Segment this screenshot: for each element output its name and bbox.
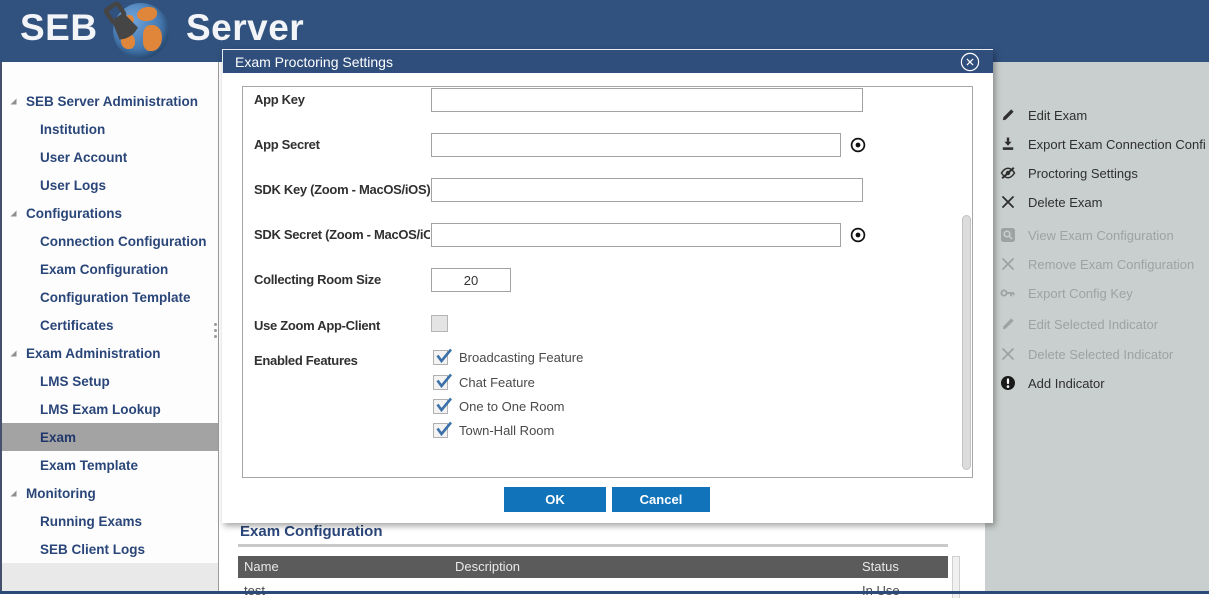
action-proctoring-settings[interactable]: Proctoring Settings xyxy=(1000,163,1206,183)
action-edit-exam[interactable]: Edit Exam xyxy=(1000,105,1206,125)
feature-broadcasting-checkbox-row[interactable]: Broadcasting Feature xyxy=(433,347,583,367)
sidebar-item-exam[interactable]: Exam xyxy=(2,423,218,451)
checkbox-checked[interactable] xyxy=(433,423,448,438)
dialog-form-panel: App Key App Secret SDK Key (Zoom - MacOS… xyxy=(242,86,973,478)
tree-expand-icon[interactable] xyxy=(10,350,17,357)
action-remove-exam-configuration: Remove Exam Configuration xyxy=(1000,254,1206,274)
feature-one-to-one-checkbox-row[interactable]: One to One Room xyxy=(433,396,565,416)
checkbox-checked[interactable] xyxy=(433,350,448,365)
action-export-config-key: Export Config Key xyxy=(1000,283,1206,303)
sidebar-item-configurations[interactable]: Configurations xyxy=(2,199,218,227)
sidebar-item-lms-exam-lookup[interactable]: LMS Exam Lookup xyxy=(2,395,218,423)
x-icon xyxy=(1000,256,1016,272)
sidebar-item-seb-server-administration[interactable]: SEB Server Administration xyxy=(2,87,218,115)
checkmark-icon xyxy=(435,420,453,437)
dialog-titlebar[interactable]: Exam Proctoring Settings xyxy=(222,49,993,73)
x-icon xyxy=(1000,194,1016,210)
cancel-button[interactable]: Cancel xyxy=(612,487,710,512)
sdk-secret-label: SDK Secret (Zoom - MacOS/iOS) xyxy=(254,227,430,242)
checkbox-checked[interactable] xyxy=(433,375,448,390)
magnifier-icon xyxy=(1000,227,1016,243)
dialog-title: Exam Proctoring Settings xyxy=(235,54,393,70)
brand-seb: SEB xyxy=(20,7,98,49)
sidebar-item-connection-configuration[interactable]: Connection Configuration xyxy=(2,227,218,255)
exclamation-circle-icon xyxy=(1000,375,1016,391)
sidebar-footer xyxy=(2,563,218,591)
navigation-sidebar: SEB Server Administration Institution Us… xyxy=(0,62,219,591)
sdk-key-input[interactable] xyxy=(431,178,863,202)
x-icon xyxy=(1000,346,1016,362)
pencil-icon xyxy=(1000,107,1016,123)
action-add-indicator[interactable]: Add Indicator xyxy=(1000,373,1206,393)
sidebar-item-exam-template[interactable]: Exam Template xyxy=(2,451,218,479)
eye-icon xyxy=(849,136,867,154)
sidebar-item-exam-configuration[interactable]: Exam Configuration xyxy=(2,255,218,283)
checkmark-icon xyxy=(435,347,453,364)
sidebar-item-monitoring[interactable]: Monitoring xyxy=(2,479,218,507)
sidebar-item-seb-client-logs[interactable]: SEB Client Logs xyxy=(2,535,218,563)
padlock-icon xyxy=(99,0,147,55)
globe-logo-icon xyxy=(113,3,169,59)
collecting-room-size-input[interactable] xyxy=(431,268,511,292)
sidebar-resize-handle[interactable] xyxy=(212,320,218,342)
use-zoom-app-client-checkbox xyxy=(431,315,448,332)
action-edit-selected-indicator: Edit Selected Indicator xyxy=(1000,314,1206,334)
seb-server-app: SEB Server SEB Server Administration Ins… xyxy=(0,0,1209,598)
sidebar-item-user-logs[interactable]: User Logs xyxy=(2,171,218,199)
app-key-input[interactable] xyxy=(431,88,863,112)
sidebar-item-exam-administration[interactable]: Exam Administration xyxy=(2,339,218,367)
dialog-body: App Key App Secret SDK Key (Zoom - MacOS… xyxy=(222,73,993,523)
checkbox-checked[interactable] xyxy=(433,399,448,414)
pencil-icon xyxy=(1000,316,1016,332)
app-secret-label: App Secret xyxy=(254,137,430,152)
download-icon xyxy=(1000,136,1016,152)
proctoring-settings-dialog: Exam Proctoring Settings App Key App Sec… xyxy=(222,49,993,523)
app-key-label: App Key xyxy=(254,92,430,107)
tree-expand-icon[interactable] xyxy=(10,210,17,217)
sdk-key-label: SDK Key (Zoom - MacOS/iOS) xyxy=(254,182,430,197)
ok-button[interactable]: OK xyxy=(504,487,606,512)
tree-expand-icon[interactable] xyxy=(10,98,17,105)
sidebar-item-running-exams[interactable]: Running Exams xyxy=(2,507,218,535)
sidebar-item-certificates[interactable]: Certificates xyxy=(2,311,218,339)
sdk-secret-input[interactable] xyxy=(431,223,841,247)
action-delete-selected-indicator: Delete Selected Indicator xyxy=(1000,344,1206,364)
eye-icon xyxy=(849,226,867,244)
enabled-features-label: Enabled Features xyxy=(254,353,430,368)
use-zoom-app-client-label: Use Zoom App-Client xyxy=(254,318,430,333)
table-row[interactable]: test -- In Use xyxy=(238,580,948,598)
eye-off-icon xyxy=(1000,165,1016,181)
brand-server: Server xyxy=(186,7,304,49)
key-icon xyxy=(1000,285,1016,301)
dialog-scrollbar[interactable] xyxy=(962,215,971,470)
action-export-exam-connection-configuration[interactable]: Export Exam Connection Configuration xyxy=(1000,134,1206,154)
feature-town-hall-checkbox-row[interactable]: Town-Hall Room xyxy=(433,420,554,440)
column-header-name[interactable]: Name xyxy=(244,559,279,574)
action-delete-exam[interactable]: Delete Exam xyxy=(1000,192,1206,212)
reveal-app-secret-button[interactable] xyxy=(849,136,867,154)
action-view-exam-configuration: View Exam Configuration xyxy=(1000,225,1206,245)
column-header-status[interactable]: Status xyxy=(862,559,899,574)
action-sidebar: Edit Exam Export Exam Connection Configu… xyxy=(985,62,1209,591)
collecting-room-size-label: Collecting Room Size xyxy=(254,272,430,287)
reveal-sdk-secret-button[interactable] xyxy=(849,226,867,244)
section-title: Exam Configuration xyxy=(240,523,383,540)
tree-expand-icon[interactable] xyxy=(10,490,17,497)
sidebar-item-institution[interactable]: Institution xyxy=(2,115,218,143)
page-bottom-border xyxy=(0,591,1209,594)
checkmark-icon xyxy=(435,372,453,389)
app-secret-input[interactable] xyxy=(431,133,841,157)
sidebar-item-user-account[interactable]: User Account xyxy=(2,143,218,171)
feature-chat-checkbox-row[interactable]: Chat Feature xyxy=(433,372,535,392)
sidebar-item-lms-setup[interactable]: LMS Setup xyxy=(2,367,218,395)
column-header-description[interactable]: Description xyxy=(455,559,520,574)
table-header-row: Name Description Status xyxy=(238,556,948,578)
section-divider xyxy=(238,544,948,547)
checkmark-icon xyxy=(435,396,453,413)
close-icon[interactable] xyxy=(960,52,980,72)
sidebar-item-configuration-template[interactable]: Configuration Template xyxy=(2,283,218,311)
